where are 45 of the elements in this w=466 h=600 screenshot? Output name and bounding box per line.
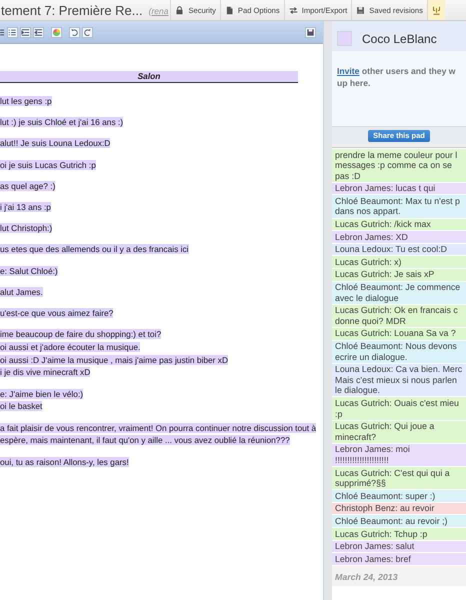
chat-message: Chloé Beaumont: super :) [332, 490, 466, 503]
invite-text: up here. [337, 77, 372, 89]
chat-message: Chloé Beaumont: Nous devons ecrire un dialogue. [332, 340, 466, 364]
heading-text: Salon [0, 71, 298, 83]
chat-message: Christoph Benz: au revoir [332, 502, 466, 516]
menu-tab[interactable] [426, 0, 445, 20]
chat-message: prendre la meme couleur pour l messages :p comme ca on se pas :D [332, 149, 466, 183]
chat-message: Chloé Beaumont: au revoir ;) [332, 515, 466, 528]
pad-title: tement 7: Première Re... [1, 2, 143, 18]
chat-message: Chloé Beaumont: Max tu n'est p dans nos appart. [332, 195, 466, 219]
redo-icon[interactable] [82, 26, 93, 38]
bulleted-list-icon[interactable] [7, 26, 18, 38]
chat-message: Lucas Gutrich: x) [332, 256, 466, 269]
color-wheel-icon[interactable] [51, 26, 62, 38]
chat-date: March 24, 2013 [335, 572, 398, 582]
lock-icon [175, 6, 184, 14]
save-icon [356, 6, 366, 14]
chat-message: Lebron James: lucas t qui [332, 182, 466, 196]
document-icon [224, 6, 234, 14]
chat-message: Lucas Gutrich: Je sais xP [332, 268, 466, 282]
chat-message: Lucas Gutrich: Louana Sa va ? [332, 328, 466, 340]
chat-message: Chloé Beaumont: Je commence avec le dialogue [332, 282, 466, 305]
invite-text: Invite other users and they w [337, 65, 456, 77]
save-icon[interactable] [305, 26, 316, 38]
chat-message: Lebron James: bref [332, 553, 466, 566]
user-name: Coco LeBlanc [362, 32, 437, 46]
outdent-icon[interactable] [33, 26, 44, 38]
chat-message: Lucas Gutrich: Tchup :p [332, 528, 466, 541]
chat-message: Lucas Gutrich: Ouais c'est mieu :p [332, 397, 466, 421]
swap-arrows-icon [288, 6, 298, 14]
list-icon[interactable] [0, 26, 5, 38]
indent-icon[interactable] [20, 26, 31, 38]
invite-link[interactable]: Invite [337, 66, 360, 76]
chat-message: Lebron James: XD [332, 231, 466, 244]
editor-page[interactable] [0, 44, 323, 600]
chat-message: Louna Ledoux: Ca va bien. Merc Mais c'est mieux si nous parlen le dialogue. [332, 364, 466, 398]
chat-message: Lucas Gutrich: /kick max [332, 218, 466, 232]
chat-message: Louna Ledoux: Tu est cool:D [332, 244, 466, 256]
color-swatch[interactable] [337, 31, 352, 46]
chat-message: Lebron James: moi !!!!!!!!!!!!!!!!!!!!!! [332, 444, 466, 468]
undo-icon[interactable] [69, 26, 80, 38]
chat-message: Lucas Gutrich: Ok en francais c donne quoi? MDR [332, 304, 466, 328]
chat-message: Lebron James: salut [332, 540, 466, 554]
chat-message: Lucas Gutrich: C'est qui qui a supprimé?§§ [332, 467, 466, 490]
chat-message: Lucas Gutrich: Qui joue a minecraft? [332, 420, 466, 444]
